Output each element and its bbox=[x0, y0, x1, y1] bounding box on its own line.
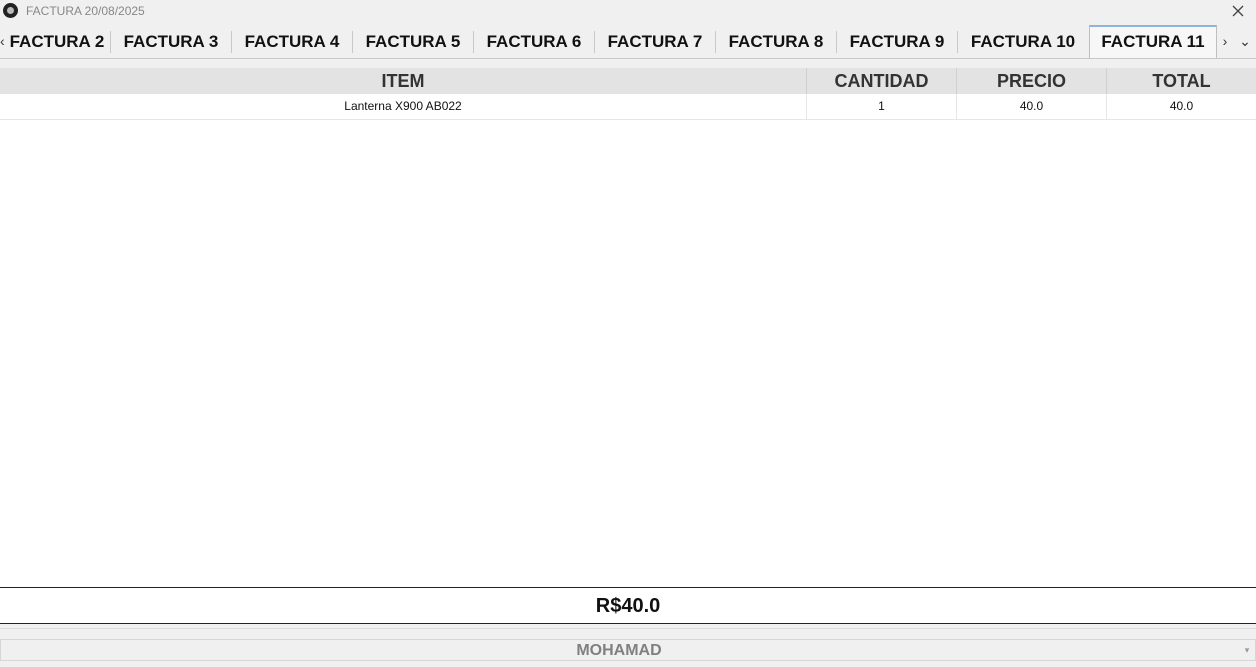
tab-factura-9[interactable]: FACTURA 9 bbox=[837, 25, 957, 57]
tab-factura-4[interactable]: FACTURA 4 bbox=[232, 25, 352, 57]
cell-total[interactable]: 40.0 bbox=[1107, 94, 1256, 119]
column-header-total[interactable]: TOTAL bbox=[1107, 68, 1256, 94]
close-icon bbox=[1232, 5, 1244, 17]
dropdown-arrow-icon: ▾ bbox=[1244, 645, 1250, 655]
chevron-left-icon: ‹ bbox=[0, 33, 5, 49]
tab-scroll-right-button[interactable]: › bbox=[1218, 25, 1232, 58]
tab-factura-6[interactable]: FACTURA 6 bbox=[474, 25, 594, 57]
column-header-cantidad[interactable]: CANTIDAD bbox=[807, 68, 957, 94]
cell-item[interactable]: Lanterna X900 AB022 bbox=[0, 94, 807, 119]
cell-precio[interactable]: 40.0 bbox=[957, 94, 1107, 119]
tab-scroll-left-button[interactable]: ‹ bbox=[0, 25, 10, 58]
tab-list-menu-button[interactable]: ⌄ bbox=[1236, 25, 1254, 58]
title-bar: FACTURA 20/08/2025 bbox=[0, 0, 1256, 22]
tab-factura-5[interactable]: FACTURA 5 bbox=[353, 25, 473, 57]
tab-factura-11[interactable]: FACTURA 11 bbox=[1089, 25, 1217, 58]
chevron-right-icon: › bbox=[1222, 33, 1228, 49]
close-button[interactable] bbox=[1228, 1, 1248, 21]
tab-factura-8[interactable]: FACTURA 8 bbox=[716, 25, 836, 57]
seller-select[interactable]: MOHAMAD ▾ bbox=[0, 639, 1256, 661]
table-header: ITEM CANTIDAD PRECIO TOTAL bbox=[0, 68, 1256, 94]
table-row[interactable]: Lanterna X900 AB022 1 40.0 40.0 bbox=[0, 94, 1256, 120]
divider bbox=[0, 628, 1256, 629]
column-header-precio[interactable]: PRECIO bbox=[957, 68, 1107, 94]
window-title: FACTURA 20/08/2025 bbox=[26, 4, 145, 18]
tab-factura-3[interactable]: FACTURA 3 bbox=[111, 25, 231, 57]
seller-select-value: MOHAMAD bbox=[576, 642, 662, 659]
cell-cantidad[interactable]: 1 bbox=[807, 94, 957, 119]
column-header-item[interactable]: ITEM bbox=[0, 68, 807, 94]
app-logo-icon bbox=[3, 3, 18, 18]
tab-factura-10[interactable]: FACTURA 10 bbox=[958, 25, 1088, 57]
tab-factura-2[interactable]: FACTURA 2 bbox=[6, 25, 108, 57]
chevron-down-icon: ⌄ bbox=[1239, 33, 1251, 49]
invoice-total: R$40.0 bbox=[0, 587, 1256, 624]
invoice-window: FACTURA 20/08/2025 FACTURA 2 FACTURA 3 F… bbox=[0, 0, 1256, 667]
invoice-tabs: FACTURA 2 FACTURA 3 FACTURA 4 FACTURA 5 … bbox=[0, 25, 1256, 59]
invoice-items-table: ITEM CANTIDAD PRECIO TOTAL Lanterna X900… bbox=[0, 68, 1256, 587]
tab-factura-7[interactable]: FACTURA 7 bbox=[595, 25, 715, 57]
